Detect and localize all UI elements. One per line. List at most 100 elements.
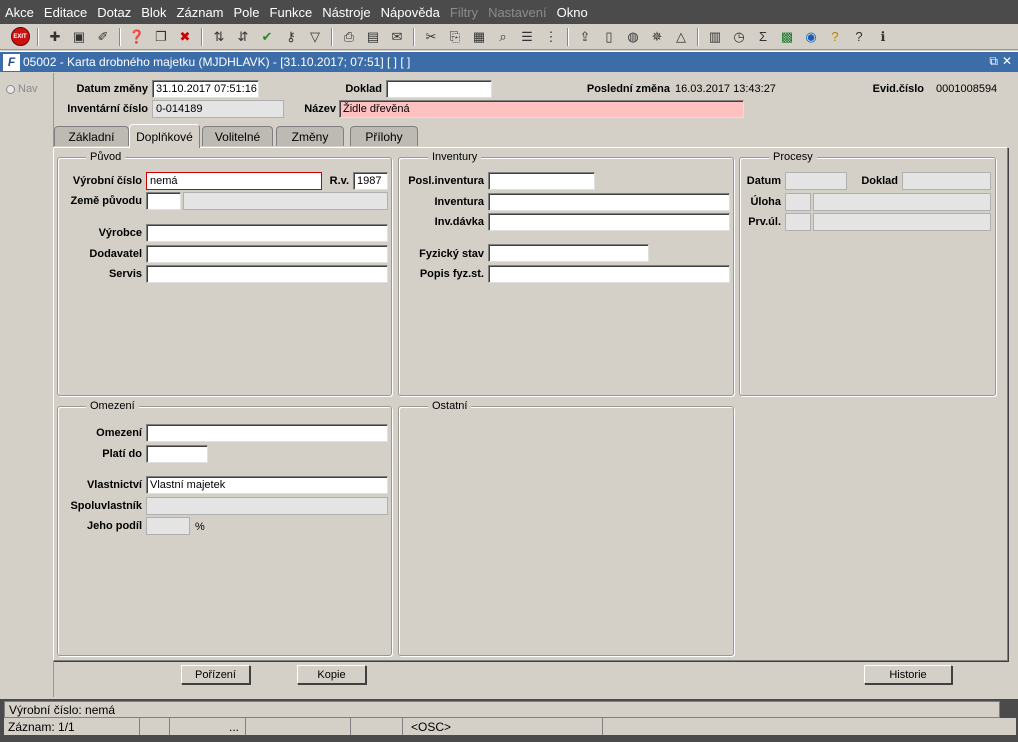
clock-icon[interactable]: ◷	[728, 26, 750, 48]
menu-item-2[interactable]: Dotaz	[92, 5, 136, 20]
mountain-icon[interactable]: △	[670, 26, 692, 48]
uloha-code-field[interactable]	[785, 193, 811, 211]
group-inventury-title: Inventury	[428, 151, 482, 163]
zeme-puvodu-label: Země původu	[70, 195, 142, 207]
group-procesy-title: Procesy	[769, 151, 817, 163]
copy-icon[interactable]: ⎘	[444, 26, 466, 48]
list-icon[interactable]: ☰	[516, 26, 538, 48]
tab-4[interactable]: Přílohy	[350, 126, 418, 146]
check-icon[interactable]: ✔	[256, 26, 278, 48]
omezeni-field[interactable]	[146, 424, 388, 442]
procesy-doklad-label: Doklad	[861, 175, 898, 187]
menu-item-8[interactable]: Nápověda	[376, 5, 445, 20]
fyzicky-stav-field[interactable]	[488, 244, 649, 262]
procesy-doklad-field[interactable]	[902, 172, 991, 190]
vlastnictvi-field[interactable]: Vlastní majetek	[146, 476, 388, 494]
nav-item[interactable]: Nav	[6, 83, 38, 95]
chart-icon[interactable]: ▥	[704, 26, 726, 48]
menu-item-5[interactable]: Pole	[229, 5, 265, 20]
sort-asc-icon[interactable]: ⇅	[208, 26, 230, 48]
print-icon[interactable]: ⎙	[338, 26, 360, 48]
query-icon[interactable]: ❓	[126, 26, 148, 48]
save-icon[interactable]: ▣	[68, 26, 90, 48]
posledni-zmena-label: Poslední změna	[586, 83, 670, 95]
menu-item-0[interactable]: Akce	[0, 5, 39, 20]
document-icon[interactable]: ▯	[598, 26, 620, 48]
jeho-podil-field[interactable]	[146, 517, 190, 535]
wheel-icon[interactable]: ✵	[646, 26, 668, 48]
close-icon[interactable]: ✕	[1002, 54, 1012, 69]
posl-inventura-field[interactable]	[488, 172, 595, 190]
spoluvlastnik-field[interactable]	[146, 497, 388, 515]
globe-icon[interactable]: ◍	[622, 26, 644, 48]
context-help-icon[interactable]: ?	[848, 26, 870, 48]
uloha-field[interactable]	[813, 193, 991, 211]
menu-item-6[interactable]: Funkce	[265, 5, 318, 20]
historie-button[interactable]: Historie	[864, 665, 952, 684]
tab-3[interactable]: Změny	[276, 126, 344, 146]
group-ostatni-title: Ostatní	[428, 400, 472, 412]
app-icon: F	[3, 53, 20, 71]
export-icon[interactable]: ⇪	[574, 26, 596, 48]
cut-icon[interactable]: ✂	[420, 26, 442, 48]
inventarni-cislo-field[interactable]: 0-014189	[152, 100, 284, 118]
toolbar-separator	[201, 27, 203, 46]
menu-item-7[interactable]: Nástroje	[317, 5, 375, 20]
exit-icon: EXIT	[10, 27, 30, 46]
porizeni-button[interactable]: Pořízení	[181, 665, 250, 684]
status-cell-empty	[351, 718, 403, 735]
vyrobni-cislo-field[interactable]: nemá	[146, 172, 322, 190]
clear-icon[interactable]: ✐	[92, 26, 114, 48]
prv-ul-code-field[interactable]	[785, 213, 811, 231]
jeho-podil-label: Jeho podíl	[87, 520, 142, 532]
zeme-puvodu-code-field[interactable]	[146, 192, 181, 210]
plati-do-label: Platí do	[102, 448, 142, 460]
excel-icon[interactable]: ▩	[776, 26, 798, 48]
servis-field[interactable]	[146, 265, 388, 283]
web-icon[interactable]: ◉	[800, 26, 822, 48]
menu-item-9[interactable]: Filtry	[445, 5, 483, 20]
popis-fyz-st-field[interactable]	[488, 265, 730, 283]
menu-item-10[interactable]: Nastavení	[483, 5, 552, 20]
inventura-field[interactable]	[488, 193, 730, 211]
sum-icon[interactable]: Σ	[752, 26, 774, 48]
zeme-puvodu-name-field[interactable]	[183, 192, 388, 210]
vyrobce-field[interactable]	[146, 224, 388, 242]
tree-icon[interactable]: ⋮	[540, 26, 562, 48]
tab-0[interactable]: Základní	[54, 126, 129, 146]
toolbar-separator	[331, 27, 333, 46]
key-icon[interactable]: ⚷	[280, 26, 302, 48]
inv-davka-field[interactable]	[488, 213, 730, 231]
menu-item-1[interactable]: Editace	[39, 5, 92, 20]
kopie-button[interactable]: Kopie	[297, 665, 366, 684]
datum-zmeny-field[interactable]: 31.10.2017 07:51:16	[152, 80, 259, 98]
tab-2[interactable]: Volitelné	[202, 126, 273, 146]
filter-icon[interactable]: ▽	[304, 26, 326, 48]
status-bar: Výrobní číslo: nemá Záznam: 1/1 ... <OSC…	[0, 699, 1018, 742]
doklad-field[interactable]	[386, 80, 492, 98]
prv-ul-field[interactable]	[813, 213, 991, 231]
sort-desc-icon[interactable]: ⇵	[232, 26, 254, 48]
exit-button[interactable]: EXIT	[8, 26, 32, 48]
new-record-icon[interactable]: ✚	[44, 26, 66, 48]
nazev-field[interactable]: Židle dřevěná	[339, 100, 744, 118]
menu-item-4[interactable]: Záznam	[172, 5, 229, 20]
rok-vyroby-field[interactable]: 1987	[353, 172, 388, 190]
dodavatel-field[interactable]	[146, 245, 388, 263]
plati-do-field[interactable]	[146, 445, 208, 463]
toolbar-separator	[413, 27, 415, 46]
menu-item-11[interactable]: Okno	[552, 5, 593, 20]
help-icon[interactable]: ?	[824, 26, 846, 48]
restore-icon[interactable]: ⧉	[989, 54, 998, 69]
menu-item-3[interactable]: Blok	[136, 5, 171, 20]
search-icon[interactable]: ⌕	[492, 26, 514, 48]
toolbar-separator	[567, 27, 569, 46]
procesy-datum-field[interactable]	[785, 172, 847, 190]
info-icon[interactable]: ℹ	[872, 26, 894, 48]
print-preview-icon[interactable]: ▤	[362, 26, 384, 48]
paste-icon[interactable]: ▦	[468, 26, 490, 48]
tab-1[interactable]: Doplňkové	[129, 124, 200, 148]
mail-icon[interactable]: ✉	[386, 26, 408, 48]
delete-icon[interactable]: ✖	[174, 26, 196, 48]
duplicate-icon[interactable]: ❐	[150, 26, 172, 48]
